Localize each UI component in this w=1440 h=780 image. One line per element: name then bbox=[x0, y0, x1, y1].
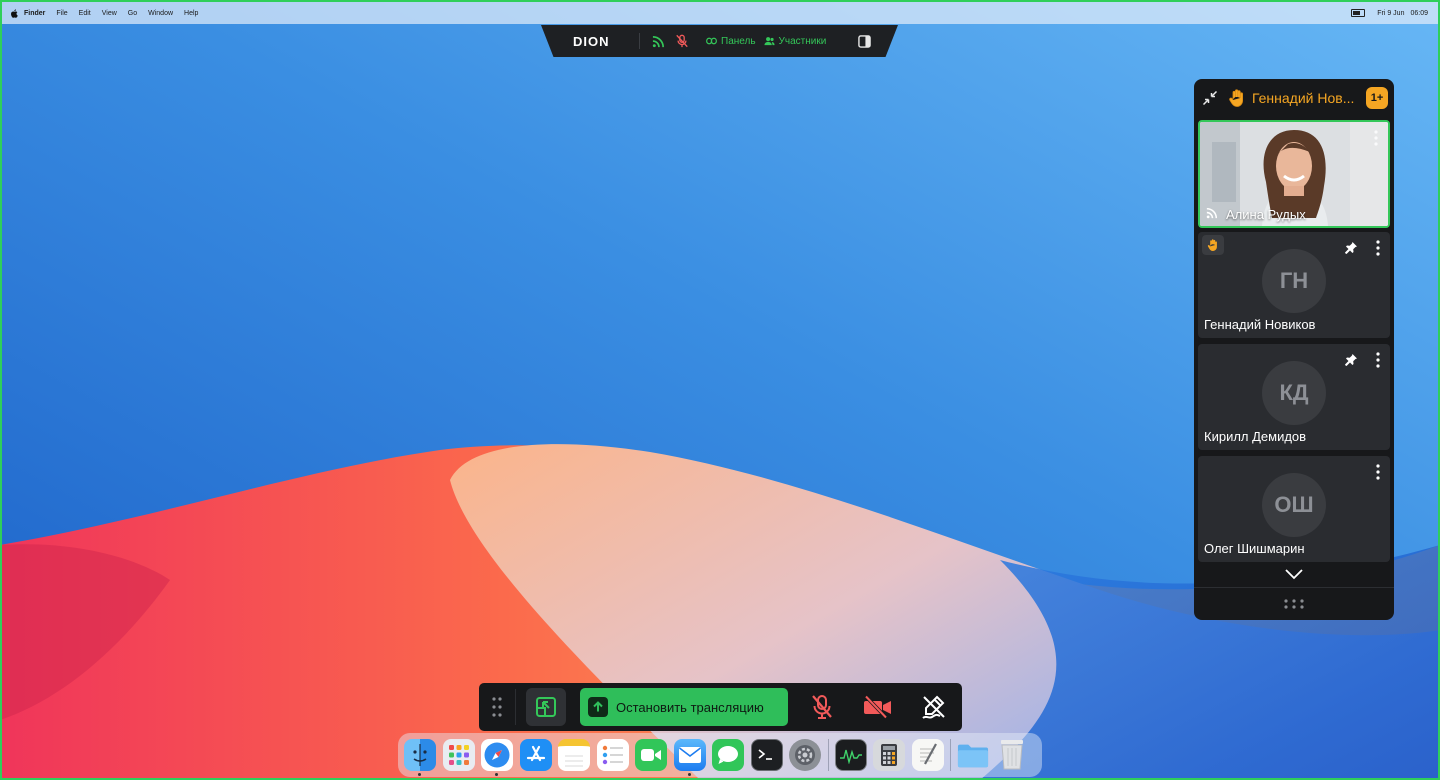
participant-tile[interactable]: ГН Геннадий Новиков bbox=[1198, 232, 1390, 338]
menu-window[interactable]: Window bbox=[148, 10, 173, 17]
macos-dock bbox=[398, 733, 1042, 777]
more-options-icon[interactable] bbox=[1376, 240, 1380, 256]
panel-link-label: Панель bbox=[721, 35, 756, 47]
panel-link[interactable]: Панель bbox=[706, 36, 756, 47]
mic-muted-icon bbox=[812, 695, 832, 719]
dock-system-settings-icon[interactable] bbox=[789, 739, 821, 771]
dock-folder-icon[interactable] bbox=[957, 739, 989, 771]
avatar: ГН bbox=[1262, 249, 1326, 313]
raised-hand-icon bbox=[1226, 87, 1248, 109]
dock-trash-icon[interactable] bbox=[996, 739, 1028, 771]
participants-link-label: Участники bbox=[778, 35, 827, 47]
stop-broadcast-label: Остановить трансляцию bbox=[616, 699, 764, 715]
menu-go[interactable]: Go bbox=[128, 10, 137, 17]
participant-tile[interactable]: КД Кирилл Демидов bbox=[1198, 344, 1390, 450]
dock-terminal-icon[interactable] bbox=[750, 739, 783, 771]
drag-handle-icon bbox=[1284, 599, 1304, 609]
chevron-down-icon bbox=[1285, 569, 1303, 580]
more-options-icon[interactable] bbox=[1376, 352, 1380, 368]
participant-name: Геннадий Новиков bbox=[1204, 317, 1316, 332]
screen-share-icon bbox=[536, 697, 556, 717]
dock-messages-icon[interactable] bbox=[712, 739, 744, 771]
microphone-toggle-button[interactable] bbox=[804, 689, 840, 725]
pin-icon[interactable] bbox=[1344, 353, 1358, 367]
collapse-icon[interactable] bbox=[1202, 90, 1218, 106]
broadcast-signal-icon bbox=[1206, 207, 1218, 219]
control-divider bbox=[515, 689, 516, 725]
panel-drag-handle[interactable] bbox=[1194, 593, 1394, 615]
pen-draw-icon bbox=[922, 695, 945, 719]
camera-toggle-button[interactable] bbox=[860, 689, 896, 725]
meeting-control-bar: Остановить трансляцию bbox=[479, 683, 962, 731]
screen-share-button[interactable] bbox=[526, 688, 566, 726]
participant-tile[interactable]: ОШ Олег Шишмарин bbox=[1198, 456, 1390, 562]
mic-muted-icon[interactable] bbox=[674, 33, 690, 49]
macos-menu-bar: Finder File Edit View Go Window Help Fri… bbox=[2, 2, 1438, 24]
panel-header: Геннадий Нов... 1+ bbox=[1194, 79, 1394, 117]
participant-name: Алина Рудых bbox=[1226, 207, 1306, 222]
dock-textedit-icon[interactable] bbox=[911, 739, 944, 771]
battery-icon[interactable] bbox=[1351, 9, 1366, 17]
raised-hands-count-badge[interactable]: 1+ bbox=[1366, 87, 1388, 109]
menu-edit[interactable]: Edit bbox=[79, 10, 91, 17]
avatar: ОШ bbox=[1262, 473, 1326, 537]
more-options-icon[interactable] bbox=[1376, 464, 1380, 480]
dock-safari-icon[interactable] bbox=[481, 739, 513, 776]
upload-arrow-icon bbox=[588, 697, 608, 717]
stop-broadcast-button[interactable]: Остановить трансляцию bbox=[580, 688, 788, 726]
participants-link[interactable]: Участники bbox=[764, 35, 827, 47]
drag-handle-icon[interactable] bbox=[485, 695, 509, 719]
dock-calculator-icon[interactable] bbox=[873, 739, 905, 771]
menu-finder[interactable]: Finder bbox=[24, 10, 45, 17]
menu-help[interactable]: Help bbox=[184, 10, 198, 17]
menubar-date[interactable]: Fri 9 Jun bbox=[1377, 10, 1404, 17]
dock-mail-icon[interactable] bbox=[673, 739, 706, 776]
panel-divider bbox=[1194, 587, 1394, 588]
dock-notes-icon[interactable] bbox=[558, 739, 590, 771]
broadcast-signal-icon[interactable] bbox=[650, 33, 666, 49]
dock-finder-icon[interactable] bbox=[404, 739, 436, 776]
topbar-divider bbox=[639, 33, 640, 49]
participants-panel: Геннадий Нов... 1+ Алина Рудых ГН Геннад… bbox=[1194, 79, 1394, 620]
avatar: КД bbox=[1262, 361, 1326, 425]
participant-tile-video[interactable]: Алина Рудых bbox=[1198, 120, 1390, 228]
users-icon bbox=[764, 37, 775, 46]
dock-facetime-icon[interactable] bbox=[635, 739, 667, 771]
pin-icon[interactable] bbox=[1344, 241, 1358, 255]
dion-logo: DION bbox=[573, 33, 610, 49]
dock-launchpad-icon[interactable] bbox=[442, 739, 475, 771]
dock-activity-monitor-icon[interactable] bbox=[834, 739, 867, 771]
apple-logo-icon[interactable] bbox=[10, 8, 18, 18]
link-icon bbox=[706, 37, 717, 45]
camera-off-icon bbox=[864, 695, 891, 719]
sidebar-toggle-icon[interactable] bbox=[856, 33, 872, 49]
raised-hand-participant[interactable]: Геннадий Нов... bbox=[1252, 90, 1366, 106]
scroll-down-button[interactable] bbox=[1194, 563, 1394, 585]
dock-reminders-icon[interactable] bbox=[596, 739, 629, 771]
dock-divider bbox=[827, 739, 829, 771]
more-options-icon[interactable] bbox=[1374, 130, 1378, 146]
raised-hand-badge-icon bbox=[1202, 235, 1224, 255]
menubar-time[interactable]: 06:09 bbox=[1410, 10, 1428, 17]
menu-file[interactable]: File bbox=[56, 10, 67, 17]
dock-divider bbox=[950, 739, 951, 771]
participant-name: Олег Шишмарин bbox=[1204, 541, 1305, 556]
dock-app-store-icon[interactable] bbox=[519, 739, 552, 771]
annotate-button[interactable] bbox=[916, 689, 952, 725]
participant-name: Кирилл Демидов bbox=[1204, 429, 1307, 444]
menu-view[interactable]: View bbox=[102, 10, 117, 17]
dion-top-bar: DION Панель Участники bbox=[541, 25, 898, 57]
